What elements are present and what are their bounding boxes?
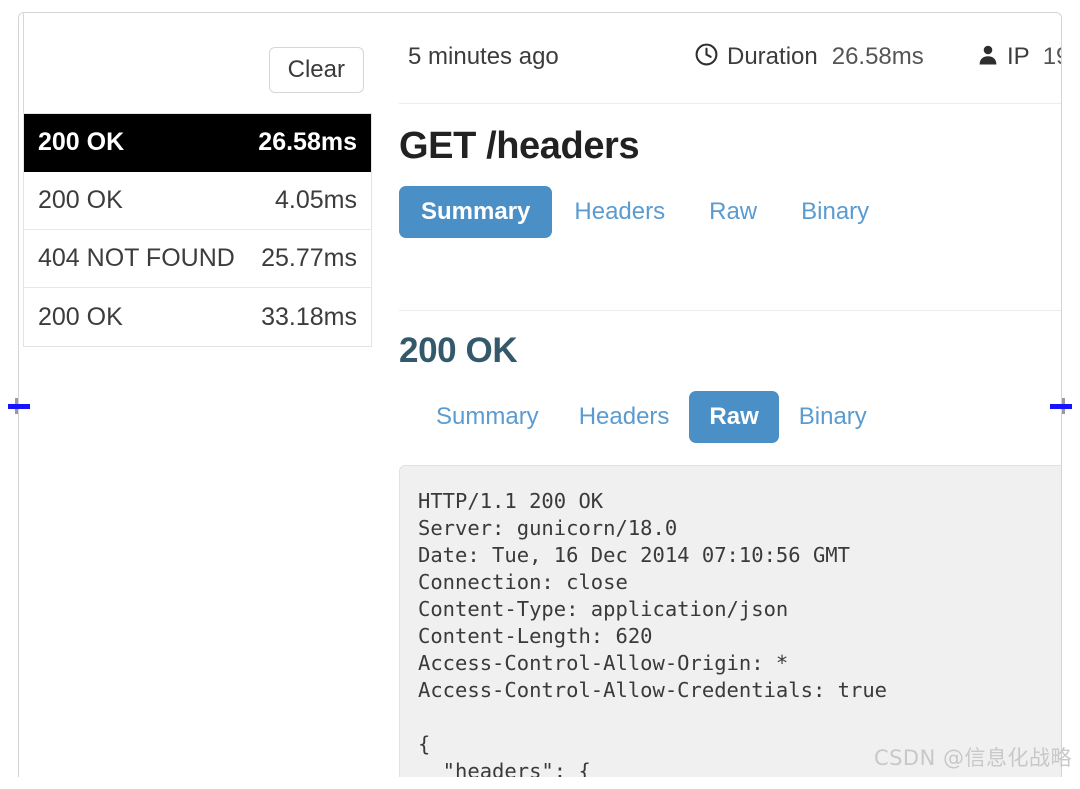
request-list-item[interactable]: 200 OK 4.05ms — [24, 172, 371, 230]
request-list-panel: Clear 200 OK 26.58ms 200 OK 4.05ms 404 N… — [19, 13, 391, 777]
meta-divider — [399, 103, 1062, 104]
request-duration-label: 25.77ms — [261, 244, 357, 273]
tab-request-headers[interactable]: Headers — [552, 186, 687, 238]
request-duration-label: 4.05ms — [275, 186, 357, 215]
duration-meta-group: Duration 26.58ms — [694, 42, 924, 72]
tab-response-summary[interactable]: Summary — [416, 391, 559, 443]
response-title: 200 OK — [391, 331, 1062, 371]
watermark: CSDN @信息化战略 — [874, 742, 1072, 772]
request-list: 200 OK 26.58ms 200 OK 4.05ms 404 NOT FOU… — [23, 113, 372, 347]
response-tab-bar: Summary Headers Raw Binary — [391, 391, 1062, 443]
request-list-item[interactable]: 404 NOT FOUND 25.77ms — [24, 230, 371, 288]
request-detail-panel: 5 minutes ago Duration 26.58ms — [391, 13, 1062, 777]
tab-request-summary[interactable]: Summary — [399, 186, 552, 238]
request-timestamp: 5 minutes ago — [408, 43, 559, 71]
tab-response-binary[interactable]: Binary — [779, 391, 887, 443]
clear-button[interactable]: Clear — [269, 47, 364, 93]
raw-response-text: HTTP/1.1 200 OK Server: gunicorn/18.0 Da… — [418, 488, 1062, 777]
response-section: 200 OK Summary Headers Raw Binary — [391, 331, 1062, 443]
ip-meta-group: IP 192 — [976, 43, 1062, 72]
request-duration-label: 33.18ms — [261, 303, 357, 332]
tab-response-headers[interactable]: Headers — [559, 391, 690, 443]
tab-response-raw[interactable]: Raw — [689, 391, 778, 443]
request-duration-label: 26.58ms — [258, 128, 357, 157]
request-status-label: 200 OK — [38, 128, 124, 157]
request-status-label: 404 NOT FOUND — [38, 244, 235, 273]
request-status-label: 200 OK — [38, 303, 123, 332]
duration-label: Duration — [727, 43, 818, 71]
request-list-item[interactable]: 200 OK 33.18ms — [24, 288, 371, 346]
request-list-item[interactable]: 200 OK 26.58ms — [24, 114, 371, 172]
request-meta-bar: 5 minutes ago Duration 26.58ms — [391, 31, 1062, 83]
raw-response-block[interactable]: HTTP/1.1 200 OK Server: gunicorn/18.0 Da… — [399, 465, 1062, 777]
tab-request-binary[interactable]: Binary — [779, 186, 891, 238]
right-resize-handle[interactable] — [1050, 404, 1072, 409]
left-resize-handle[interactable] — [8, 404, 30, 409]
ip-label: IP — [1007, 43, 1030, 71]
person-icon — [976, 43, 1000, 72]
tab-request-raw[interactable]: Raw — [687, 186, 779, 238]
screenshot-root: Clear 200 OK 26.58ms 200 OK 4.05ms 404 N… — [0, 0, 1080, 789]
duration-value: 26.58ms — [832, 43, 924, 71]
clear-button-row: Clear — [19, 47, 364, 95]
request-status-label: 200 OK — [38, 186, 123, 215]
app-window-panel: Clear 200 OK 26.58ms 200 OK 4.05ms 404 N… — [18, 12, 1062, 777]
request-title: GET /headers — [391, 125, 1062, 168]
request-section: GET /headers Summary Headers Raw Binary — [391, 125, 1062, 238]
request-tab-bar: Summary Headers Raw Binary — [391, 186, 1062, 238]
section-divider — [399, 310, 1062, 311]
clock-icon — [694, 42, 719, 72]
ip-value: 192 — [1043, 43, 1062, 71]
